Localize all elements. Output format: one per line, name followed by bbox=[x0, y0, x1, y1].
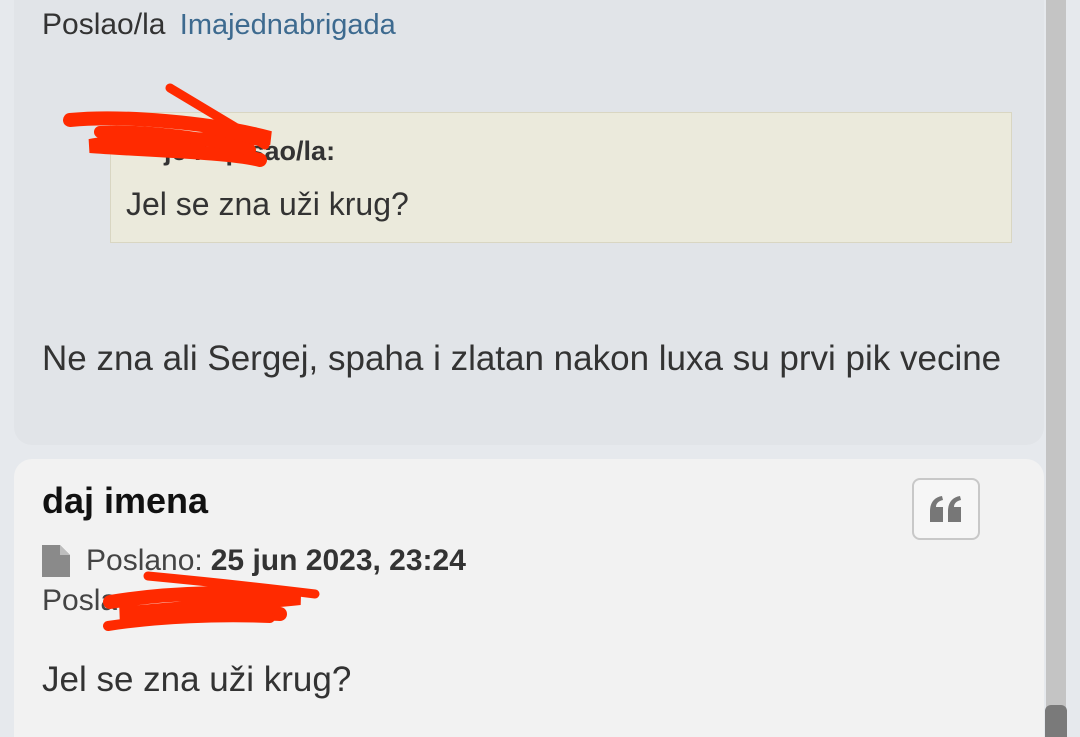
post-body-text: Ne zna ali Sergej, spaha i zlatan nakon … bbox=[42, 339, 1002, 378]
quote-icon bbox=[930, 496, 961, 522]
author-link[interactable]: Imajednabrigada bbox=[180, 9, 396, 41]
quote-text: Jel se zna uži krug? bbox=[126, 186, 409, 222]
posted-label: Poslano: bbox=[86, 544, 203, 577]
forum-thread-view: Poslao/la Imajednabrigada je napisao/la:… bbox=[0, 0, 1080, 737]
author-label: Poslao/la bbox=[42, 8, 166, 41]
post-author-line: Posla bbox=[42, 584, 117, 618]
post-author-line: Poslao/la Imajednabrigada bbox=[42, 8, 396, 42]
posted-date: 25 jun 2023, 23:24 bbox=[210, 544, 466, 577]
post-title[interactable]: daj imena bbox=[42, 480, 208, 522]
scrollbar-track[interactable] bbox=[1046, 0, 1066, 737]
author-label: Posla bbox=[42, 584, 118, 617]
file-icon bbox=[42, 545, 70, 577]
quote-block bbox=[110, 112, 1012, 243]
quote-cite: je napisao/la: bbox=[164, 136, 336, 166]
post-meta-date: Poslano: 25 jun 2023, 23:24 bbox=[42, 544, 466, 578]
scrollbar-thumb[interactable] bbox=[1045, 705, 1067, 737]
post-body-text: Jel se zna uži krug? bbox=[42, 660, 352, 699]
quote-button[interactable] bbox=[912, 478, 980, 540]
